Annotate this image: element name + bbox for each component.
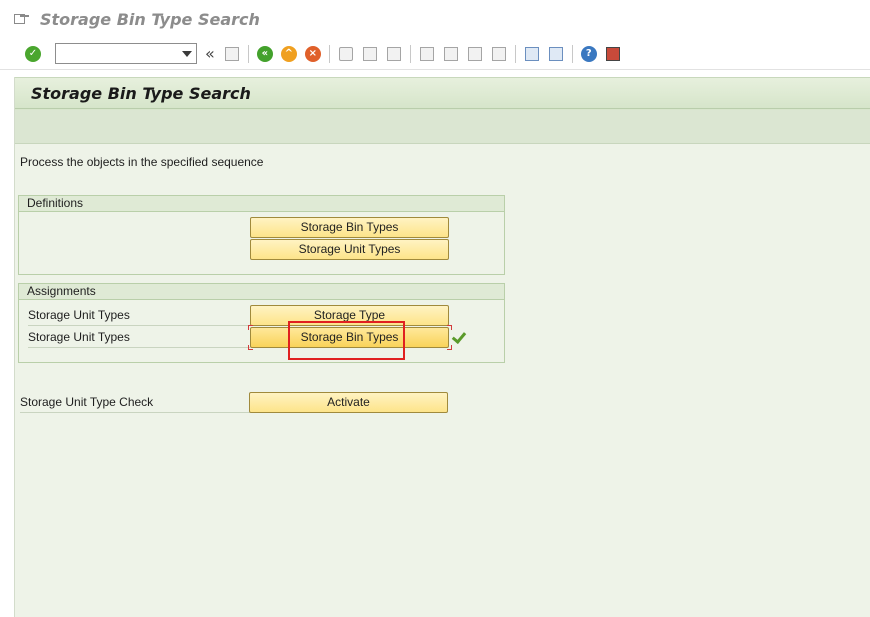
check-label: Storage Unit Type Check bbox=[20, 392, 250, 413]
focus-corner bbox=[447, 325, 452, 330]
toolbar-separator bbox=[514, 44, 516, 63]
header-band: Storage Bin Type Search bbox=[15, 78, 870, 109]
first-page-icon[interactable] bbox=[418, 45, 436, 63]
focus-corner bbox=[248, 325, 253, 330]
exit-icon[interactable]: ^ bbox=[280, 45, 298, 63]
main-area: Storage Bin Type Search Process the obje… bbox=[14, 77, 870, 617]
focus-corner bbox=[248, 345, 253, 350]
last-page-icon[interactable] bbox=[490, 45, 508, 63]
chevron-down-icon[interactable] bbox=[182, 51, 192, 57]
cancel-icon[interactable]: × bbox=[304, 45, 322, 63]
group-title: Assignments bbox=[19, 284, 504, 300]
shortcut-icon[interactable] bbox=[547, 45, 565, 63]
title-bar: Storage Bin Type Search bbox=[0, 0, 870, 38]
application-toolbar bbox=[15, 110, 870, 144]
command-input[interactable] bbox=[56, 44, 174, 63]
storage-bin-types-button[interactable]: Storage Bin Types bbox=[250, 217, 449, 238]
storage-unit-types-button[interactable]: Storage Unit Types bbox=[250, 239, 449, 260]
save-icon[interactable] bbox=[223, 45, 241, 63]
transaction-exit-icon[interactable] bbox=[14, 12, 30, 26]
next-page-icon[interactable] bbox=[466, 45, 484, 63]
toolbar-collapse-icon[interactable]: « bbox=[205, 44, 215, 63]
checkmark-icon bbox=[452, 332, 466, 342]
toolbar-separator bbox=[571, 44, 573, 63]
find-next-icon[interactable] bbox=[385, 45, 403, 63]
assignment-row-label: Storage Unit Types bbox=[28, 305, 250, 326]
activate-button[interactable]: Activate bbox=[249, 392, 448, 413]
create-session-icon[interactable] bbox=[523, 45, 541, 63]
window-title: Storage Bin Type Search bbox=[40, 9, 260, 29]
print-icon[interactable] bbox=[337, 45, 355, 63]
toolbar-separator bbox=[409, 44, 411, 63]
toolbar-separator bbox=[247, 44, 249, 63]
enter-icon[interactable]: ✓ bbox=[24, 45, 42, 63]
instruction-text: Process the objects in the specified seq… bbox=[20, 155, 264, 169]
customize-layout-icon[interactable] bbox=[604, 45, 622, 63]
assignment-row-label: Storage Unit Types bbox=[28, 327, 250, 348]
toolbar-separator bbox=[328, 44, 330, 63]
screen-header: Storage Bin Type Search bbox=[15, 77, 870, 144]
group-title: Definitions bbox=[19, 196, 504, 212]
help-icon[interactable]: ? bbox=[580, 45, 598, 63]
command-field[interactable] bbox=[55, 43, 197, 64]
previous-page-icon[interactable] bbox=[442, 45, 460, 63]
highlight-box bbox=[288, 321, 405, 360]
back-icon[interactable]: « bbox=[256, 45, 274, 63]
focus-corner bbox=[447, 345, 452, 350]
group-definitions: Definitions Storage Bin Types Storage Un… bbox=[18, 195, 505, 275]
find-icon[interactable] bbox=[361, 45, 379, 63]
group-assignments: Assignments Storage Unit Types Storage T… bbox=[18, 283, 505, 363]
standard-toolbar: ✓ « « ^ × ? bbox=[0, 38, 870, 70]
page-title: Storage Bin Type Search bbox=[31, 84, 251, 103]
